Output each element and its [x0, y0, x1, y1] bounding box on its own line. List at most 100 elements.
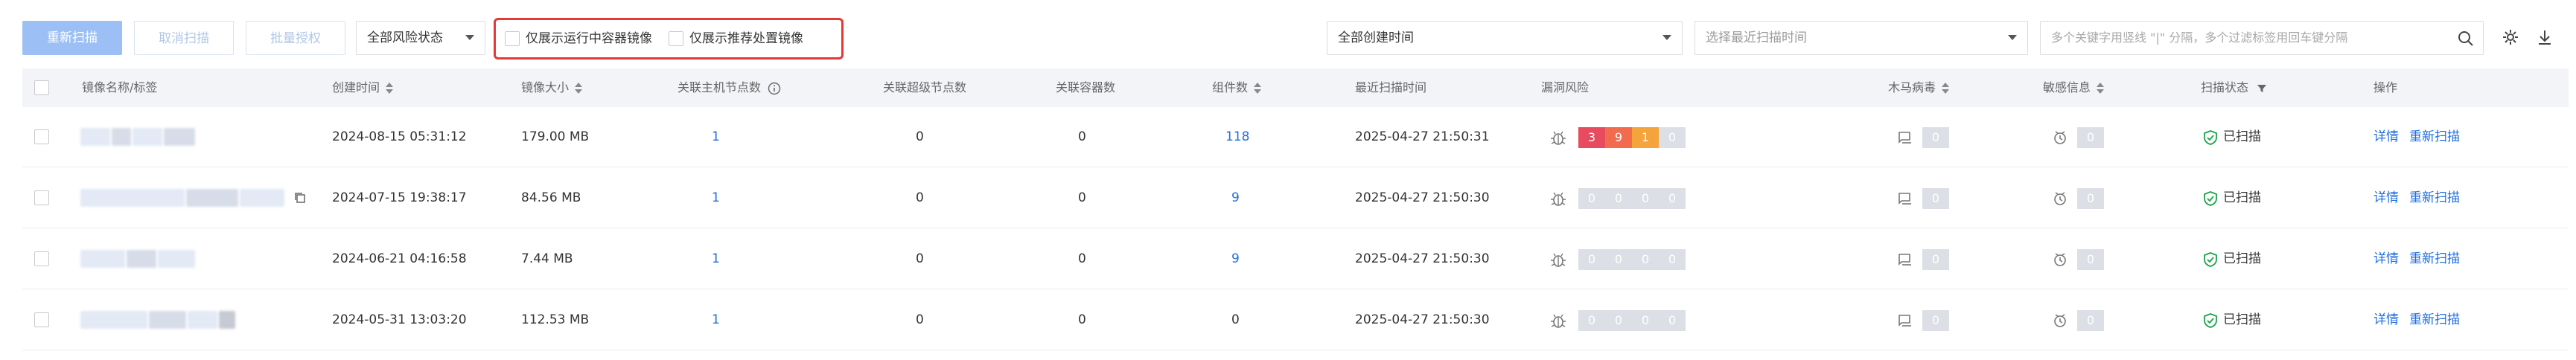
col-trojan-label: 木马病毒 — [1888, 80, 1936, 94]
vuln-low[interactable]: 0 — [1659, 249, 1686, 270]
sort-icon[interactable] — [1254, 82, 1262, 94]
vuln-high[interactable]: 0 — [1605, 310, 1632, 331]
gear-icon[interactable] — [2502, 28, 2519, 46]
col-trojan[interactable]: 木马病毒 — [1888, 68, 1950, 107]
risk-status-select[interactable]: 全部风险状态 — [356, 21, 485, 55]
trojan-count[interactable]: 0 — [1922, 188, 1949, 209]
batch-auth-button[interactable]: 批量授权 — [246, 21, 345, 55]
rescan-link[interactable]: 重新扫描 — [2409, 229, 2460, 289]
created-time-select[interactable]: 全部创建时间 — [1327, 21, 1683, 55]
sensitive-count[interactable]: 0 — [2077, 188, 2104, 209]
components-link[interactable]: 9 — [1231, 168, 1240, 228]
components-link[interactable]: 118 — [1225, 107, 1249, 167]
cancel-scan-button[interactable]: 取消扫描 — [134, 21, 234, 55]
vuln-low[interactable]: 0 — [1659, 127, 1686, 148]
search-icon[interactable] — [2458, 30, 2474, 47]
host-nodes-link[interactable]: 1 — [712, 168, 720, 228]
row-checkbox[interactable] — [34, 190, 49, 205]
vuln-medium[interactable]: 1 — [1632, 127, 1659, 148]
search-placeholder: 多个关键字用竖线 "|" 分隔，多个过滤标签用回车键分隔 — [2051, 30, 2348, 45]
redacted-image-tag — [240, 189, 284, 207]
sensitive-count[interactable]: 0 — [2077, 310, 2104, 331]
vuln-high[interactable]: 9 — [1605, 127, 1632, 148]
filter-icon[interactable] — [2257, 83, 2267, 94]
vuln-medium[interactable]: 0 — [1632, 310, 1659, 331]
rescan-link[interactable]: 重新扫描 — [2409, 168, 2460, 228]
host-nodes-link[interactable]: 1 — [712, 229, 720, 289]
trojan-count[interactable]: 0 — [1922, 249, 1949, 270]
row-checkbox[interactable] — [34, 129, 49, 144]
sensitive-count[interactable]: 0 — [2077, 249, 2104, 270]
info-icon[interactable] — [768, 82, 781, 95]
col-host-nodes-label: 关联主机节点数 — [678, 80, 762, 94]
trojan-count[interactable]: 0 — [1922, 127, 1949, 148]
vuln-medium[interactable]: 0 — [1632, 249, 1659, 270]
col-created-at[interactable]: 创建时间 — [332, 68, 394, 107]
detail-link[interactable]: 详情 — [2373, 107, 2399, 167]
last-scan-time-select[interactable]: 选择最近扫描时间 — [1695, 21, 2028, 55]
vuln-high[interactable]: 0 — [1605, 188, 1632, 209]
vuln-critical[interactable]: 0 — [1578, 188, 1605, 209]
rescan-button[interactable]: 重新扫描 — [22, 21, 122, 55]
row-checkbox[interactable] — [34, 251, 49, 266]
sort-icon[interactable] — [1942, 82, 1950, 94]
only-recommended-label: 仅展示推荐处置镜像 — [689, 31, 803, 46]
bug-icon — [1551, 314, 1566, 328]
super-nodes: 0 — [916, 190, 924, 205]
sort-icon[interactable] — [575, 82, 583, 94]
select-all-checkbox[interactable] — [34, 80, 49, 95]
vuln-high[interactable]: 0 — [1605, 249, 1632, 270]
containers: 0 — [1078, 251, 1086, 266]
checkbox-box[interactable] — [505, 31, 520, 46]
rescan-link[interactable]: 重新扫描 — [2409, 290, 2460, 350]
scan-status: 已扫描 — [2223, 312, 2261, 327]
detail-link[interactable]: 详情 — [2373, 229, 2399, 289]
trojan-count[interactable]: 0 — [1922, 310, 1949, 331]
redacted-image-tag — [188, 311, 217, 329]
col-components-label: 组件数 — [1212, 80, 1249, 94]
col-image-size[interactable]: 镜像大小 — [521, 68, 583, 107]
col-scan-status[interactable]: 扫描状态 — [2201, 68, 2267, 107]
toolbar: 重新扫描 取消扫描 批量授权 全部风险状态 仅展示运行中容器镜像 仅展示推荐处置… — [22, 18, 2569, 60]
detail-link[interactable]: 详情 — [2373, 290, 2399, 350]
host-nodes-link[interactable]: 1 — [712, 107, 720, 167]
sort-icon[interactable] — [386, 82, 394, 94]
containers: 0 — [1078, 129, 1086, 144]
col-sensitive[interactable]: 敏感信息 — [2043, 68, 2105, 107]
shield-check-icon — [2204, 191, 2217, 206]
vuln-critical[interactable]: 0 — [1578, 249, 1605, 270]
created-at: 2024-08-15 05:31:12 — [332, 129, 467, 144]
download-icon[interactable] — [2536, 28, 2554, 46]
only-recommended-checkbox[interactable]: 仅展示推荐处置镜像 — [669, 28, 803, 49]
only-running-label: 仅展示运行中容器镜像 — [526, 31, 652, 46]
copy-icon[interactable] — [293, 191, 307, 205]
col-containers: 关联容器数 — [1056, 80, 1116, 94]
vuln-critical[interactable]: 3 — [1578, 127, 1605, 148]
shield-check-icon — [2204, 130, 2217, 145]
trojan-icon — [1898, 254, 1911, 266]
host-nodes-link[interactable]: 1 — [712, 290, 720, 350]
table-row: 2024-07-15 19:38:17 84.56 MB 1 0 0 9 202… — [22, 168, 2569, 228]
last-scan-time: 2025-04-27 21:50:30 — [1355, 190, 1490, 205]
rescan-link[interactable]: 重新扫描 — [2409, 107, 2460, 167]
only-running-checkbox[interactable]: 仅展示运行中容器镜像 — [505, 28, 652, 49]
image-size: 7.44 MB — [521, 251, 573, 266]
sensitive-count[interactable]: 0 — [2077, 127, 2104, 148]
redacted-image-name — [80, 128, 110, 146]
checkbox-box[interactable] — [669, 31, 683, 46]
row-checkbox[interactable] — [34, 312, 49, 327]
shield-check-icon — [2204, 252, 2217, 267]
created-at: 2024-05-31 13:03:20 — [332, 312, 467, 327]
vuln-low[interactable]: 0 — [1659, 188, 1686, 209]
search-input[interactable]: 多个关键字用竖线 "|" 分隔，多个过滤标签用回车键分隔 — [2040, 21, 2484, 55]
vuln-low[interactable]: 0 — [1659, 310, 1686, 331]
sort-icon[interactable] — [2097, 82, 2105, 94]
trojan-icon — [1898, 193, 1911, 205]
redacted-image-name — [80, 189, 185, 207]
components-link[interactable]: 9 — [1231, 229, 1240, 289]
redacted-image-name — [112, 128, 131, 146]
vuln-medium[interactable]: 0 — [1632, 188, 1659, 209]
detail-link[interactable]: 详情 — [2373, 168, 2399, 228]
col-components[interactable]: 组件数 — [1212, 68, 1262, 107]
vuln-critical[interactable]: 0 — [1578, 310, 1605, 331]
